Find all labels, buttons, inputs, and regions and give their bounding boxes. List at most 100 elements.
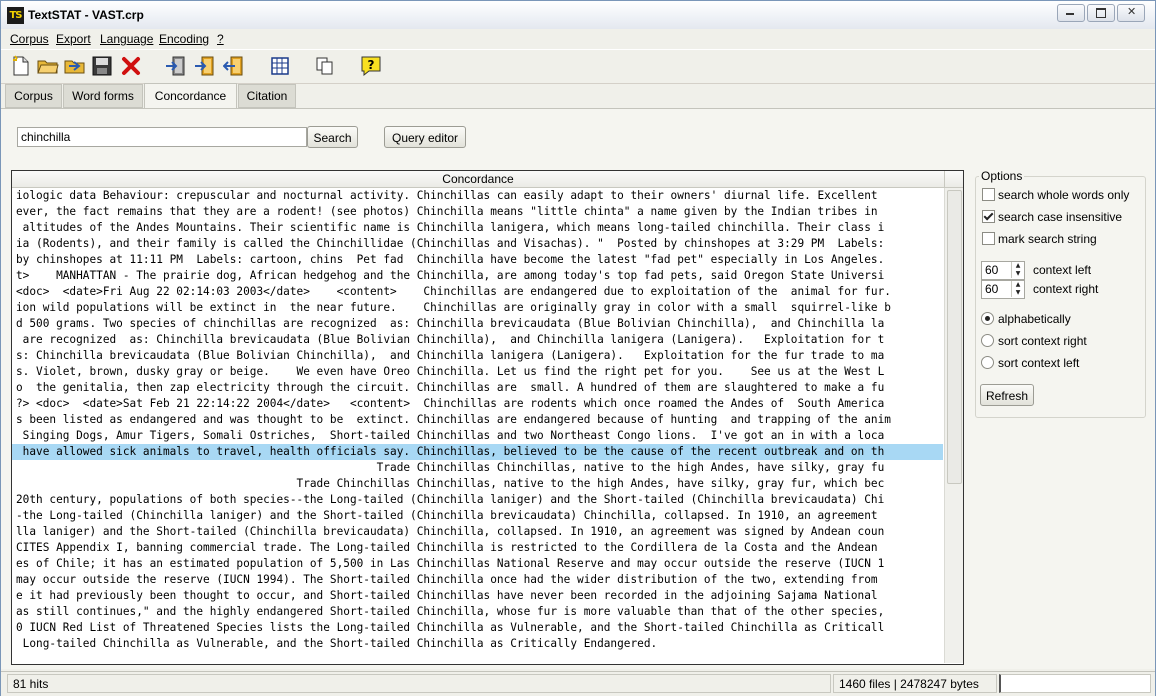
delete-icon	[122, 57, 140, 75]
save-corpus-button[interactable]	[90, 54, 114, 78]
concordance-row[interactable]: s. Violet, brown, dusky gray or beige. W…	[12, 364, 943, 380]
whole-words-checkbox[interactable]	[982, 188, 995, 201]
concordance-row[interactable]: ia (Rodents), and their family is called…	[12, 236, 943, 252]
tab-word-forms[interactable]: Word forms	[63, 84, 143, 108]
spin-down-icon[interactable]: ▼	[1011, 270, 1024, 278]
grid-button[interactable]	[268, 54, 292, 78]
concordance-row[interactable]: es of Chile; it has an estimated populat…	[12, 556, 943, 572]
open-file-folder-icon	[64, 60, 85, 74]
concordance-row[interactable]: Trade Chinchillas Chinchillas, native to…	[12, 476, 943, 492]
open-folder-icon	[37, 60, 59, 74]
context-left-value[interactable]: 60	[985, 263, 998, 277]
remove-file-icon	[223, 56, 243, 76]
context-right-spinner[interactable]: 60 ▲ ▼	[981, 280, 1025, 299]
concordance-row[interactable]: t> MANHATTAN - The prairie dog, African …	[12, 268, 943, 284]
search-button[interactable]: Search	[307, 126, 358, 148]
corpus-size: 1460 files | 2478247 bytes	[833, 674, 997, 693]
context-right-label: context right	[1033, 282, 1099, 296]
concordance-row[interactable]: 0 IUCN Red List of Threatened Species li…	[12, 620, 943, 636]
context-left-label: context left	[1033, 263, 1092, 277]
whole-words-label[interactable]: search whole words only	[998, 188, 1129, 202]
concordance-row[interactable]: ?> <doc> <date>Sat Feb 21 22:14:22 2004<…	[12, 396, 943, 412]
help-icon: ?	[361, 56, 381, 77]
search-input[interactable]: chinchilla	[17, 127, 307, 147]
spin-up-icon[interactable]: ▲	[1011, 281, 1024, 289]
menu-language[interactable]: Language	[100, 32, 153, 46]
concordance-row[interactable]: Long-tailed Chinchilla as Vulnerable, an…	[12, 636, 943, 652]
concordance-row[interactable]: altitudes of the Andes Mountains. Their …	[12, 220, 943, 236]
sort-alphabetically-radio[interactable]	[981, 312, 994, 325]
concordance-row[interactable]: <doc> <date>Fri Aug 22 02:14:03 2003</da…	[12, 284, 943, 300]
concordance-row[interactable]: 20th century, populations of both specie…	[12, 492, 943, 508]
concordance-row[interactable]: s been listed as endangered and was thou…	[12, 412, 943, 428]
svg-text:?: ?	[368, 58, 375, 72]
close-button[interactable]: ✕	[1117, 4, 1145, 22]
context-left-spinner[interactable]: 60 ▲ ▼	[981, 261, 1025, 280]
concordance-row[interactable]: d 500 grams. Two species of chinchillas …	[12, 316, 943, 332]
remove-file-button[interactable]	[222, 54, 246, 78]
minimize-button[interactable]	[1057, 4, 1085, 22]
case-insensitive-checkbox[interactable]	[982, 210, 995, 223]
scrollbar-thumb[interactable]	[947, 190, 962, 484]
concordance-row[interactable]: by chinshopes at 11:11 PM Labels: cartoo…	[12, 252, 943, 268]
concordance-row[interactable]: may occur outside the reserve (IUCN 1994…	[12, 572, 943, 588]
spin-up-icon[interactable]: ▲	[1011, 262, 1024, 270]
concordance-row[interactable]: o the genitalia, then zap electricity th…	[12, 380, 943, 396]
tab-concordance[interactable]: Concordance	[144, 83, 237, 108]
sort-alphabetically-label[interactable]: alphabetically	[998, 312, 1071, 326]
application-window: TS TextSTAT - VAST.crp ✕ Corpus Export L…	[0, 0, 1156, 696]
concordance-row[interactable]: CITES Appendix I, banning commercial tra…	[12, 540, 943, 556]
vertical-scrollbar[interactable]	[944, 188, 963, 663]
sort-context-left-radio[interactable]	[981, 356, 994, 369]
copy-icon	[316, 57, 333, 75]
concordance-row[interactable]: -the Long-tailed (Chinchilla laniger) an…	[12, 508, 943, 524]
query-editor-button[interactable]: Query editor	[384, 126, 466, 148]
window-controls: ✕	[1057, 4, 1145, 22]
concordance-row[interactable]: are recognized as: Chinchilla brevicauda…	[12, 332, 943, 348]
concordance-column-header[interactable]: Concordance	[12, 171, 944, 188]
add-web-button[interactable]	[193, 54, 217, 78]
window-title: TextSTAT - VAST.crp	[28, 8, 144, 22]
concordance-row[interactable]: lla laniger) and the Short-tailed (Chinc…	[12, 524, 943, 540]
concordance-row[interactable]: s: Chinchilla brevicaudata (Blue Bolivia…	[12, 348, 943, 364]
concordance-list[interactable]: Concordance iologic data Behaviour: crep…	[11, 170, 964, 665]
app-icon: TS	[7, 7, 24, 24]
case-insensitive-label[interactable]: search case insensitive	[998, 210, 1122, 224]
mark-search-string-label[interactable]: mark search string	[998, 232, 1097, 246]
grid-icon	[271, 57, 289, 75]
refresh-button[interactable]: Refresh	[980, 384, 1034, 406]
open-corpus-button[interactable]	[36, 54, 60, 78]
concordance-row[interactable]: have allowed sick animals to travel, hea…	[12, 444, 943, 460]
sort-context-right-radio[interactable]	[981, 334, 994, 347]
tab-bar: Corpus Word forms Concordance Citation	[1, 83, 1155, 108]
concordance-row[interactable]: ion wild populations will be extinct in …	[12, 300, 943, 316]
delete-button[interactable]	[119, 54, 143, 78]
help-button[interactable]: ?	[359, 54, 383, 78]
concordance-rows: iologic data Behaviour: crepuscular and …	[12, 188, 943, 652]
tab-corpus[interactable]: Corpus	[5, 84, 62, 108]
menu-corpus[interactable]: Corpus	[10, 32, 49, 46]
close-icon: ✕	[1127, 5, 1137, 18]
concordance-row[interactable]: as still continues," and the highly enda…	[12, 604, 943, 620]
concordance-row[interactable]: Singing Dogs, Amur Tigers, Somali Ostric…	[12, 428, 943, 444]
progress-panel	[999, 674, 1151, 693]
tab-citation[interactable]: Citation	[238, 84, 296, 108]
maximize-button[interactable]	[1087, 4, 1115, 22]
menu-help[interactable]: ?	[217, 32, 224, 46]
concordance-row[interactable]: iologic data Behaviour: crepuscular and …	[12, 188, 943, 204]
open-folder-button[interactable]	[63, 54, 87, 78]
menu-export[interactable]: Export	[56, 32, 91, 46]
copy-button[interactable]	[313, 54, 337, 78]
status-bar: 81 hits 1460 files | 2478247 bytes	[1, 671, 1155, 696]
sort-context-right-label[interactable]: sort context right	[998, 334, 1087, 348]
concordance-row[interactable]: e it had previously been thought to occu…	[12, 588, 943, 604]
spin-down-icon[interactable]: ▼	[1011, 289, 1024, 297]
add-file-button[interactable]	[164, 54, 188, 78]
concordance-row[interactable]: Trade Chinchillas Chinchillas, native to…	[12, 460, 943, 476]
mark-search-string-checkbox[interactable]	[982, 232, 995, 245]
concordance-row[interactable]: ever, the fact remains that they are a r…	[12, 204, 943, 220]
menu-encoding[interactable]: Encoding	[159, 32, 209, 46]
sort-context-left-label[interactable]: sort context left	[998, 356, 1079, 370]
new-corpus-button[interactable]	[9, 54, 33, 78]
context-right-value[interactable]: 60	[985, 282, 998, 296]
